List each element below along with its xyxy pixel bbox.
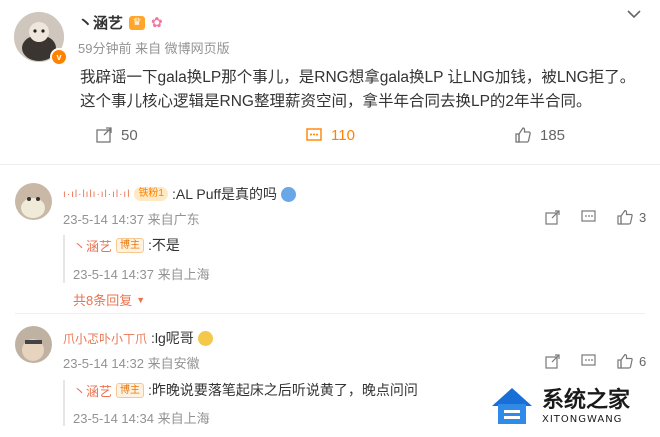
crying-emoji-icon (197, 330, 213, 346)
reply-meta: 23-5-14 14:37 来自上海 (73, 267, 210, 282)
comment-button[interactable]: 110 (305, 126, 355, 144)
verified-icon: v (50, 48, 68, 66)
comment-avatar[interactable] (15, 183, 52, 220)
reply-text: :不是 (148, 237, 180, 253)
post-text: 我辟谣一下gala换LP那个事儿，是RNG想拿gala换LP 让LNG加钱，被L… (80, 66, 650, 114)
more-replies-link[interactable]: 共8条回复 ▼ (73, 290, 145, 309)
more-replies-label: 共8条回复 (73, 293, 133, 308)
house-logo-icon (492, 388, 532, 424)
comment-user-name[interactable]: ı·ıl·lılı·ıl·ıl·ıl (63, 189, 130, 200)
comment-text: :AL Puff是真的吗 (172, 186, 278, 202)
divider (15, 313, 645, 314)
fan-badge: 铁粉1 (134, 187, 168, 201)
reply-text: :昨晚说要落笔起床之后听说黄了，晚点问问 (148, 382, 418, 398)
like-count: 185 (540, 126, 566, 144)
site-watermark: 系统之家 XITONGWANG (488, 380, 658, 432)
reply-user-name[interactable]: 丶涵艺 (73, 381, 112, 400)
post-text-line-2: 这个事儿核心逻辑是RNG整理薪资空间，拿半年合同去换LP的2年半合同。 (80, 93, 592, 110)
caret-down-icon: ▼ (136, 294, 146, 305)
share-icon (96, 127, 112, 143)
author-badge: 博主 (116, 237, 145, 253)
share-button[interactable]: 50 (95, 126, 138, 144)
post-menu-chevron-icon[interactable] (624, 6, 644, 22)
comment-like-button[interactable]: 3 (617, 209, 646, 225)
watermark-title: 系统之家 (542, 387, 631, 413)
share-count: 50 (121, 126, 138, 144)
share-icon[interactable] (545, 353, 561, 369)
post-time-source: 59分钟前 来自 微博网页版 (78, 41, 230, 56)
comment-meta: 23-5-14 14:32 来自安徽 (63, 356, 200, 371)
divider (0, 164, 660, 165)
comment-like-button[interactable]: 6 (617, 353, 646, 369)
thumbs-up-icon (515, 127, 531, 143)
author-name[interactable]: 丶涵艺 (78, 12, 123, 33)
comment-avatar-image (15, 326, 52, 363)
comment-avatar[interactable] (15, 326, 52, 363)
vip-crown-icon: ♛ (129, 15, 146, 30)
shocked-emoji-icon (281, 186, 297, 202)
like-button[interactable]: 185 (514, 126, 565, 144)
comment-user-name[interactable]: 爪小忑卟小丅爪 (63, 330, 147, 347)
flower-icon: ✿ (151, 14, 163, 30)
comment-meta: 23-5-14 14:37 来自广东 (63, 212, 200, 227)
comment-like-count: 3 (639, 209, 647, 225)
watermark-sub: XITONGWANG (542, 413, 623, 425)
comment-count: 110 (331, 126, 355, 144)
share-icon[interactable] (545, 209, 561, 225)
comment-text: :lg呢哥 (151, 330, 194, 346)
thumbs-up-icon (617, 353, 633, 369)
comment-icon (306, 128, 322, 141)
reply-block: 丶涵艺 博主 :不是 23-5-14 14:37 来自上海 (63, 235, 633, 283)
comment-avatar-image (15, 183, 52, 220)
comment-icon[interactable] (581, 209, 597, 225)
thumbs-up-icon (617, 209, 633, 225)
comment-icon[interactable] (581, 353, 597, 369)
author-badge: 博主 (116, 382, 145, 398)
comment-like-count: 6 (639, 353, 647, 369)
post-text-line-1: 我辟谣一下gala换LP那个事儿，是RNG想拿gala换LP 让LNG加钱，被L… (80, 69, 636, 86)
reply-user-name[interactable]: 丶涵艺 (73, 236, 112, 255)
